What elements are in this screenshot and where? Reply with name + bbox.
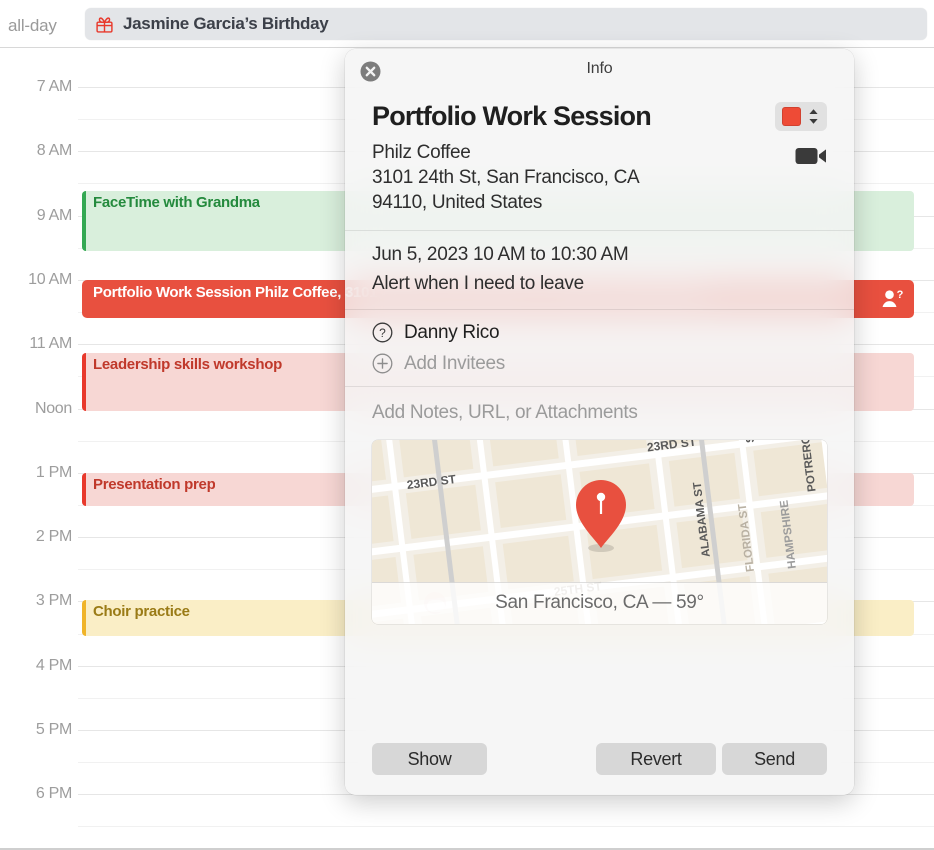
add-invitees-row[interactable]: Add Invitees <box>372 353 827 375</box>
all-day-event-banner[interactable]: Jasmine Garcia’s Birthday <box>85 8 927 40</box>
invitees-block: ? Danny Rico Add Invitees <box>345 310 854 386</box>
location-row: Philz Coffee 3101 24th St, San Francisco… <box>345 132 854 230</box>
location-line-2: 3101 24th St, San Francisco, CA <box>372 166 640 188</box>
hour-label: 10 AM <box>28 270 72 288</box>
all-day-row: all-day Jasmine Garcia’s Birthday <box>0 0 934 48</box>
hour-label: 1 PM <box>35 463 72 481</box>
notes-placeholder: Add Notes, URL, or Attachments <box>372 401 638 423</box>
person-question-icon: ? <box>882 290 904 307</box>
chevron-up-down-icon[interactable] <box>807 107 820 126</box>
event-color-bar <box>82 191 86 251</box>
hour-label: 6 PM <box>35 785 72 803</box>
time-gutter: 7 AM 8 AM 9 AM 10 AM 11 AM Noon 1 PM 2 PM 3 PM 4 … <box>0 48 78 836</box>
hour-label: Noon <box>34 399 72 417</box>
event-title-field[interactable]: Portfolio Work Session <box>372 101 652 132</box>
event-title: Presentation prep <box>93 476 216 493</box>
invitee-name: Danny Rico <box>404 321 500 343</box>
svg-text:?: ? <box>897 290 904 302</box>
map-caption-bar: San Francisco, CA — 59° <box>372 581 827 624</box>
gift-icon <box>96 16 113 33</box>
send-button[interactable]: Send <box>722 743 827 775</box>
event-info-popover: Info Portfolio Work Session Philz Coffee… <box>345 49 854 795</box>
date-time-block: Jun 5, 2023 10 AM to 10:30 AM Alert when… <box>345 231 854 309</box>
calendar-day-view: all-day Jasmine Garcia’s Birthday 7 AM 8 … <box>0 0 934 850</box>
location-map[interactable]: 23RD ST 23RD ST 25TH ST ALABAMA ST FLORI… <box>372 439 827 624</box>
calendar-color-stepper[interactable] <box>775 102 827 131</box>
event-color-bar <box>82 473 86 506</box>
hour-label: 7 AM <box>36 78 73 95</box>
event-title: Leadership skills workshop <box>93 356 282 373</box>
half-hour-gridline <box>78 826 934 828</box>
question-circle-icon: ? <box>372 322 393 343</box>
hour-label: 3 PM <box>35 592 72 610</box>
invitee-row[interactable]: ? Danny Rico <box>372 322 827 344</box>
hour-label: 5 PM <box>35 721 72 738</box>
all-day-event-title: Jasmine Garcia’s Birthday <box>123 14 329 33</box>
svg-text:?: ? <box>379 326 386 340</box>
event-title: FaceTime with Grandma <box>93 194 260 211</box>
location-line-3: 94110, United States <box>372 191 543 213</box>
hour-label: 11 AM <box>29 335 72 353</box>
hour-label: 2 PM <box>35 528 72 546</box>
event-date-time[interactable]: Jun 5, 2023 10 AM to 10:30 AM <box>372 244 827 266</box>
revert-button[interactable]: Revert <box>596 743 716 775</box>
event-name-row: Portfolio Work Session <box>345 93 854 132</box>
event-alert[interactable]: Alert when I need to leave <box>372 273 827 295</box>
event-color-bar <box>82 600 86 636</box>
hour-label: 9 AM <box>36 206 73 224</box>
map-caption-text: San Francisco, CA — 59° <box>495 592 704 614</box>
add-invitees-label: Add Invitees <box>404 352 505 374</box>
notes-block[interactable]: Add Notes, URL, or Attachments <box>345 387 854 434</box>
calendar-color-swatch[interactable] <box>782 107 801 126</box>
location-line-1: Philz Coffee <box>372 142 471 163</box>
hour-label: 4 PM <box>35 656 72 674</box>
svg-text:ST: ST <box>744 440 758 444</box>
event-title: Choir practice <box>93 603 190 620</box>
hour-label: 8 AM <box>36 142 73 160</box>
show-button[interactable]: Show <box>372 743 487 775</box>
all-day-label: all-day <box>8 16 57 35</box>
event-color-bar <box>82 353 86 411</box>
plus-circle-icon <box>372 353 393 374</box>
location-field[interactable]: Philz Coffee 3101 24th St, San Francisco… <box>372 141 640 216</box>
popover-title: Info <box>586 60 613 77</box>
popover-button-row: Show Revert Send <box>345 743 854 775</box>
popover-titlebar: Info <box>345 49 854 93</box>
video-camera-icon[interactable] <box>795 145 827 167</box>
